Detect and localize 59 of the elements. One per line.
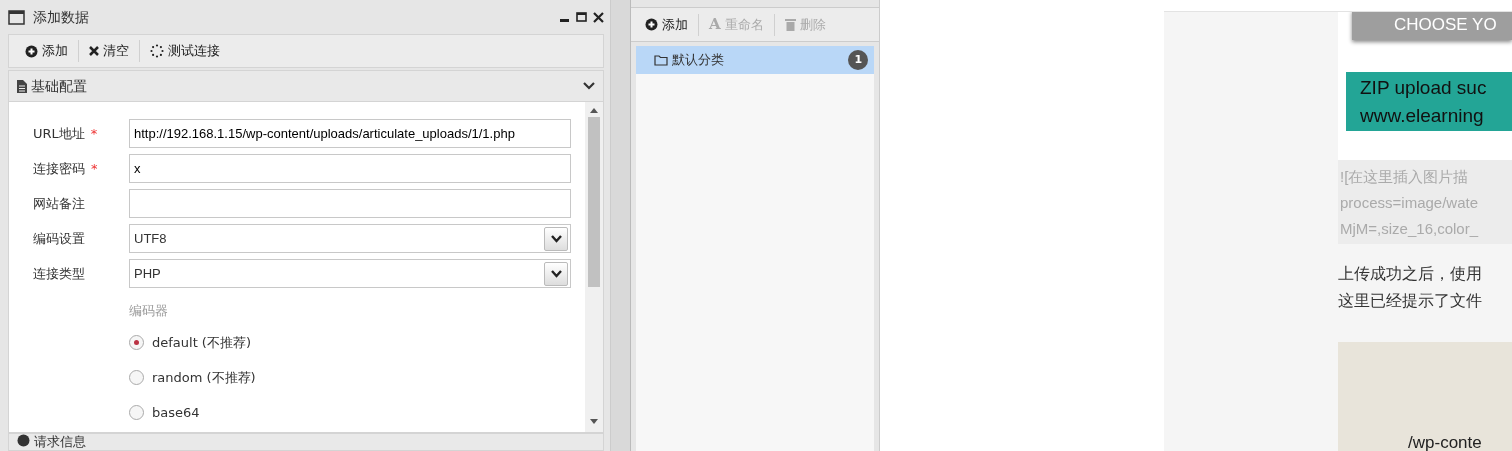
input-field[interactable]: x (129, 154, 572, 183)
paragraph-line: 这里已经提示了文件 (1338, 291, 1483, 311)
splitter-bar[interactable] (611, 0, 632, 451)
radio-button[interactable] (129, 405, 144, 420)
notice-line: www.elearning (1360, 104, 1485, 128)
radio-option[interactable]: base64 (129, 395, 572, 430)
paragraph-line: 上传成功之后，使用 (1338, 264, 1483, 284)
notice-line: ZIP upload suc (1360, 76, 1488, 100)
maximize-icon (576, 12, 587, 22)
image-caption: /wp-conte (1408, 434, 1482, 451)
radio-option[interactable]: random (不推荐) (129, 360, 572, 395)
section-title: 基础配置 (31, 76, 87, 96)
minimize-icon (560, 19, 570, 22)
select-field[interactable]: PHP (129, 259, 572, 288)
plus-icon (645, 18, 659, 31)
radio-button[interactable] (129, 370, 144, 385)
field-label: 网站备注 (33, 195, 85, 211)
encoder-label: 编码器 (129, 302, 169, 320)
required-mark: * (90, 125, 98, 141)
letter-icon: A (709, 13, 721, 36)
required-mark: * (91, 160, 98, 176)
scroll-up-icon (590, 108, 599, 113)
radio-button[interactable] (129, 335, 144, 350)
toolbar-button[interactable]: 添加 (15, 39, 78, 63)
field-label: 连接类型 (33, 265, 85, 281)
close-icon (593, 11, 605, 23)
spinner-icon (150, 44, 164, 58)
dropdown-icon (551, 234, 562, 243)
dropdown-icon (551, 269, 562, 278)
field-label: URL地址 (33, 125, 85, 141)
toolbar-button[interactable]: 清空 (79, 39, 139, 63)
folder-icon (654, 54, 669, 66)
scroll-down-icon (590, 419, 599, 424)
plus-icon (25, 44, 38, 58)
maximize-button[interactable] (576, 12, 587, 22)
toolbar-button[interactable]: 测试连接 (140, 39, 230, 63)
field-label: 连接密码 (33, 160, 85, 176)
window-title: 添加数据 (33, 7, 89, 27)
code-line: ![在这里插入图片描 (1340, 167, 1470, 187)
toolbar-button[interactable]: 添加 (635, 12, 699, 37)
section-header[interactable]: 基础配置 (8, 70, 605, 102)
window-icon (8, 9, 25, 25)
scrollbar[interactable] (585, 102, 604, 432)
section-header[interactable]: 请求信息 (8, 433, 605, 451)
document-icon (17, 79, 27, 93)
input-field[interactable]: http://192.168.1.15/wp-content/uploads/articulate_uploads/1/1.php (129, 119, 572, 148)
field-label: 编码设置 (33, 230, 85, 246)
close-button[interactable] (593, 11, 605, 23)
select-field[interactable]: UTF8 (129, 224, 572, 253)
category-item[interactable]: 默认分类 1 (636, 46, 875, 74)
code-line: MjM=,size_16,color_ (1340, 219, 1480, 239)
section-title: 请求信息 (34, 434, 86, 450)
radio-option[interactable]: default (不推荐) (129, 325, 572, 360)
close-icon (89, 46, 99, 56)
count-badge: 1 (848, 50, 869, 70)
trash-icon (784, 18, 796, 31)
category-label: 默认分类 (672, 51, 725, 70)
code-line: process=image/wate (1340, 193, 1479, 213)
input-field[interactable] (129, 189, 572, 218)
